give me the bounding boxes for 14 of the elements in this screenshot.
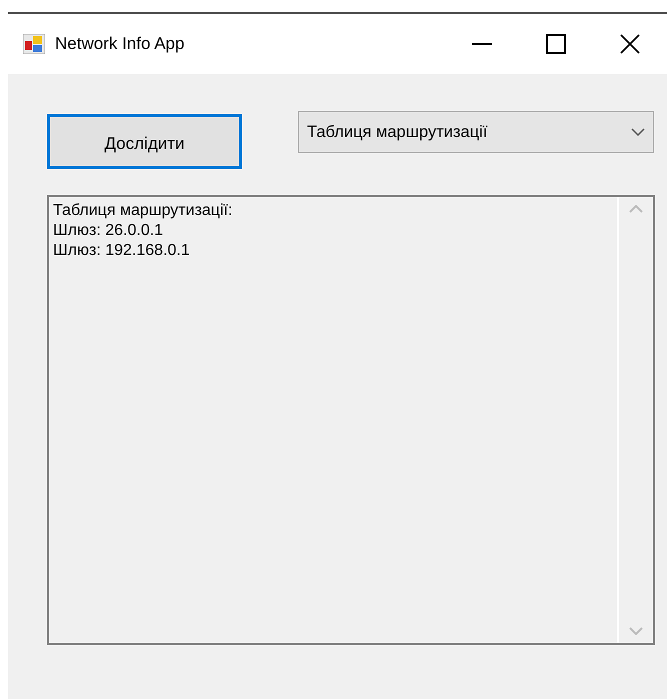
output-line: Шлюз: 192.168.0.1 <box>53 241 191 261</box>
dropdown[interactable]: Таблиця маршрутизації <box>298 111 654 153</box>
output-box[interactable]: Таблиця маршрутизації: Шлюз: 26.0.0.1 Шлюз: 192.168.0.1 <box>47 195 655 645</box>
maximize-icon[interactable] <box>546 34 566 54</box>
close-icon[interactable] <box>620 34 640 54</box>
explore-button[interactable]: Дослідити <box>47 114 242 169</box>
scroll-down-icon[interactable] <box>629 627 643 635</box>
minimize-icon[interactable] <box>472 43 492 45</box>
chevron-down-icon <box>631 128 645 136</box>
output-line: Таблиця маршрутизації: <box>53 201 234 221</box>
output-line: Шлюз: 26.0.0.1 <box>53 221 164 241</box>
window-title: Network Info App <box>55 34 186 54</box>
app-icon <box>23 34 45 54</box>
scroll-up-icon[interactable] <box>629 205 643 213</box>
